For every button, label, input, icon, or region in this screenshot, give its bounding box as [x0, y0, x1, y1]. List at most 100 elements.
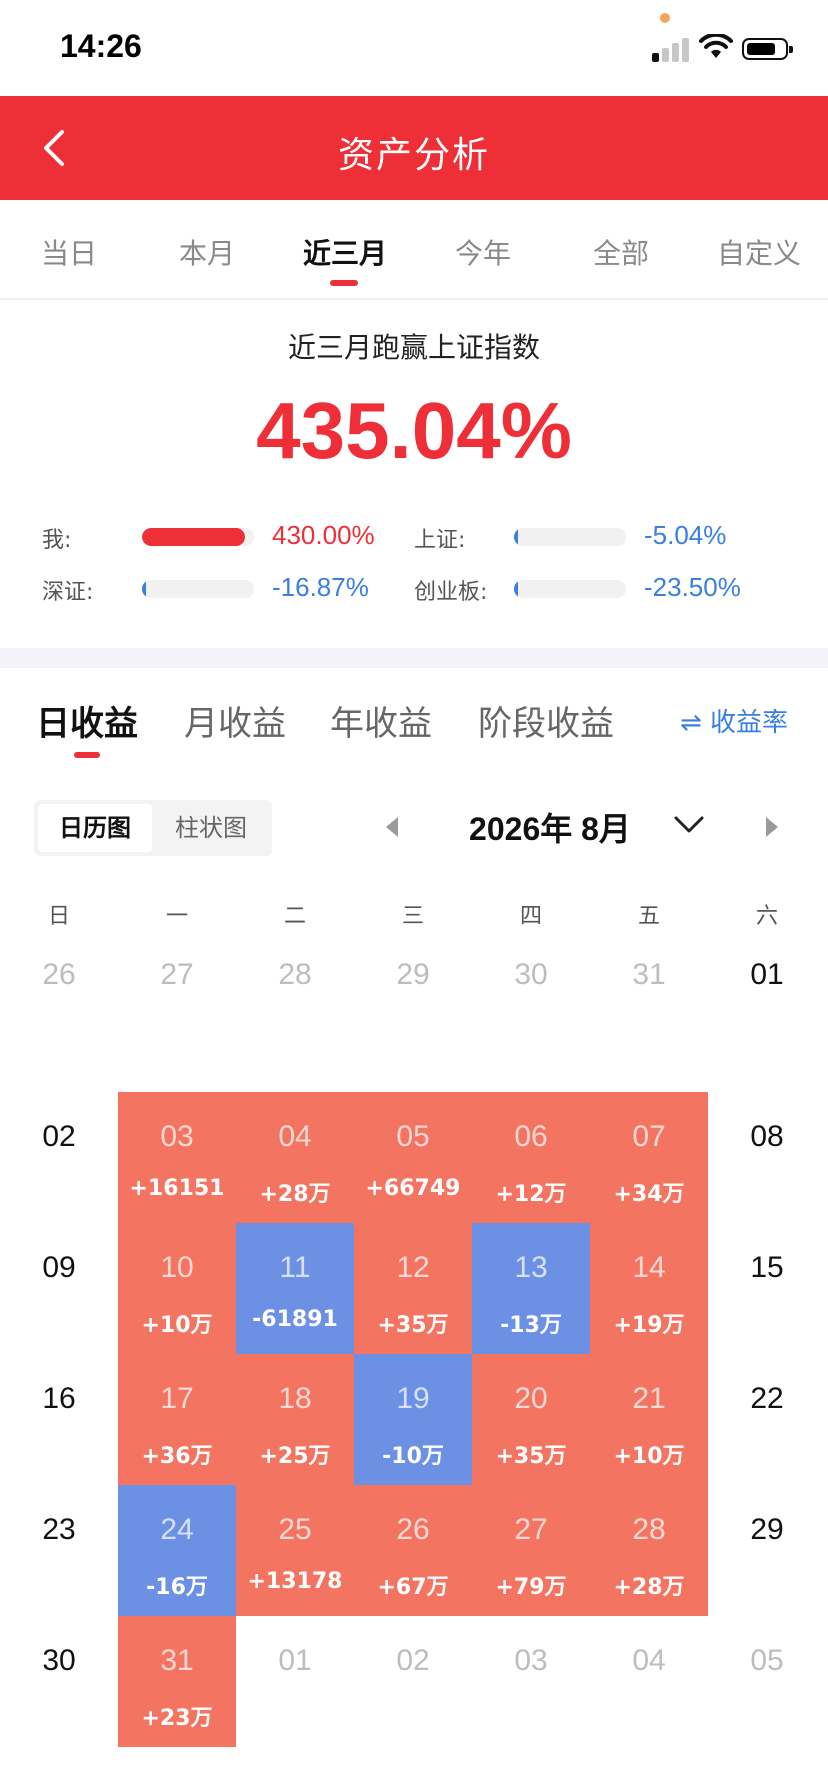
calendar-day-cell[interactable]: 23 — [0, 1485, 118, 1616]
tab-all[interactable]: 全部 — [552, 232, 690, 272]
comparison-bar-fill — [142, 528, 245, 546]
daily-income-amount: +79万 — [495, 1575, 567, 1600]
wifi-icon — [699, 34, 733, 58]
calendar-day-number: 15 — [750, 1251, 784, 1284]
calendar-day-cell[interactable]: 05 +66749 — [354, 1092, 472, 1223]
calendar-day-cell[interactable]: 15 — [708, 1223, 826, 1354]
calendar-day-cell[interactable]: 26 +67万 — [354, 1485, 472, 1616]
calendar-day-cell[interactable]: 16 — [0, 1354, 118, 1485]
weekday-label: 二 — [283, 904, 306, 929]
month-label[interactable]: 2026年 8月 — [440, 804, 660, 850]
privacy-indicator-dot — [660, 13, 670, 23]
calendar-day-number: 22 — [750, 1382, 784, 1415]
daily-income-amount: +25万 — [259, 1444, 331, 1469]
calendar-day-cell[interactable]: 04 +28万 — [236, 1092, 354, 1223]
daily-income-amount: +10万 — [141, 1313, 213, 1338]
next-month-icon[interactable] — [762, 815, 782, 839]
calendar-day-cell[interactable]: 29 — [708, 1485, 826, 1616]
income-tab-indicator — [74, 752, 100, 758]
calendar-day-cell: 26 — [0, 930, 118, 1061]
calendar-day-number: 14 — [632, 1251, 666, 1284]
calendar-day-cell: 28 — [236, 930, 354, 1061]
previous-month-icon[interactable] — [382, 815, 402, 839]
calendar-day-cell[interactable]: 07 +34万 — [590, 1092, 708, 1223]
calendar-day-cell[interactable]: 13 -13万 — [472, 1223, 590, 1354]
tab-custom[interactable]: 自定义 — [690, 232, 828, 272]
calendar-day-cell[interactable]: 14 +19万 — [590, 1223, 708, 1354]
comparison-bar — [142, 528, 254, 546]
calendar-day-cell[interactable]: 03 +16151 — [118, 1092, 236, 1223]
page-title: 资产分析 — [337, 135, 490, 176]
calendar-day-number: 02 — [396, 1644, 430, 1677]
calendar-day-number: 02 — [42, 1120, 76, 1153]
calendar-day-number: 11 — [279, 1251, 311, 1284]
weekday-label: 四 — [519, 904, 542, 929]
calendar-day-cell[interactable]: 28 +28万 — [590, 1485, 708, 1616]
calendar-day-cell[interactable]: 01 — [708, 930, 826, 1061]
bar-chart-view-button[interactable]: 柱状图 — [154, 804, 268, 852]
calendar-day-cell[interactable]: 27 +79万 — [472, 1485, 590, 1616]
calendar-day-cell[interactable]: 18 +25万 — [236, 1354, 354, 1485]
tab-today[interactable]: 当日 — [0, 232, 138, 272]
calendar-day-cell[interactable]: 19 -10万 — [354, 1354, 472, 1485]
calendar-view-button[interactable]: 日历图 — [38, 804, 152, 852]
calendar-day-cell[interactable]: 31 +23万 — [118, 1616, 236, 1747]
calendar-day-cell[interactable]: 30 — [0, 1616, 118, 1747]
comparison-bar — [142, 580, 254, 598]
tab-this-year[interactable]: 今年 — [414, 232, 552, 272]
calendar-day-cell[interactable]: 20 +35万 — [472, 1354, 590, 1485]
weekday-label: 日 — [47, 904, 70, 929]
comparison-shanghai: 上证: -5.04% — [414, 520, 794, 553]
comparison-me: 我: 430.00% — [42, 520, 382, 553]
tab-period-income[interactable]: 阶段收益 — [478, 696, 614, 745]
calendar-day-cell[interactable]: 10 +10万 — [118, 1223, 236, 1354]
calendar-day-number: 21 — [632, 1382, 666, 1415]
app-header: 资产分析 — [0, 96, 828, 200]
calendar-day-cell: 30 — [472, 930, 590, 1061]
period-tabs: 当日 本月 近三月 今年 全部 自定义 — [0, 200, 828, 300]
calendar-day-number: 23 — [42, 1513, 76, 1546]
daily-income-amount: +35万 — [377, 1313, 449, 1338]
weekday-label: 六 — [755, 904, 778, 929]
daily-income-amount: -61891 — [252, 1307, 338, 1332]
comparison-chinext: 创业板: -23.50% — [414, 572, 794, 605]
return-rate-toggle[interactable]: ⇌ 收益率 — [680, 702, 788, 739]
calendar-day-cell[interactable]: 21 +10万 — [590, 1354, 708, 1485]
weekday-label: 三 — [401, 904, 424, 929]
calendar-day-number: 10 — [160, 1251, 194, 1284]
tab-last-three-months[interactable]: 近三月 — [276, 232, 414, 272]
daily-income-amount: +19万 — [613, 1313, 685, 1338]
chevron-down-icon[interactable] — [672, 812, 706, 836]
calendar-day-cell[interactable]: 06 +12万 — [472, 1092, 590, 1223]
comparison-bar — [514, 528, 626, 546]
calendar-day-cell[interactable]: 12 +35万 — [354, 1223, 472, 1354]
calendar-day-cell[interactable]: 08 — [708, 1092, 826, 1223]
calendar-day-cell[interactable]: 09 — [0, 1223, 118, 1354]
outperform-percent: 435.04% — [256, 386, 572, 475]
summary-title: 近三月跑赢上证指数 — [287, 331, 540, 364]
daily-income-amount: +23万 — [141, 1706, 213, 1731]
calendar-day-number: 07 — [632, 1120, 666, 1153]
calendar-day-cell[interactable]: 24 -16万 — [118, 1485, 236, 1616]
daily-income-amount: +12万 — [495, 1182, 567, 1207]
calendar-day-number: 29 — [750, 1513, 784, 1546]
comparison-value: 430.00% — [272, 520, 375, 550]
calendar-day-number: 24 — [160, 1513, 194, 1546]
tab-daily-income[interactable]: 日收益 — [36, 696, 138, 745]
tab-yearly-income[interactable]: 年收益 — [330, 696, 432, 745]
calendar-day-cell[interactable]: 11 -61891 — [236, 1223, 354, 1354]
calendar-day-cell[interactable]: 22 — [708, 1354, 826, 1485]
calendar-day-number: 20 — [514, 1382, 548, 1415]
calendar-day-cell[interactable]: 17 +36万 — [118, 1354, 236, 1485]
active-tab-indicator — [330, 280, 358, 286]
weekday-label: 五 — [637, 904, 660, 929]
calendar-day-cell[interactable]: 25 +13178 — [236, 1485, 354, 1616]
tab-this-month[interactable]: 本月 — [138, 232, 276, 272]
tab-monthly-income[interactable]: 月收益 — [184, 696, 286, 745]
calendar-day-number: 01 — [750, 958, 784, 991]
daily-income-amount: +67万 — [377, 1575, 449, 1600]
view-toggle: 日历图 柱状图 — [34, 800, 272, 856]
calendar-day-number: 28 — [278, 958, 312, 991]
calendar-day-cell[interactable]: 02 — [0, 1092, 118, 1223]
calendar-day-number: 28 — [632, 1513, 666, 1546]
